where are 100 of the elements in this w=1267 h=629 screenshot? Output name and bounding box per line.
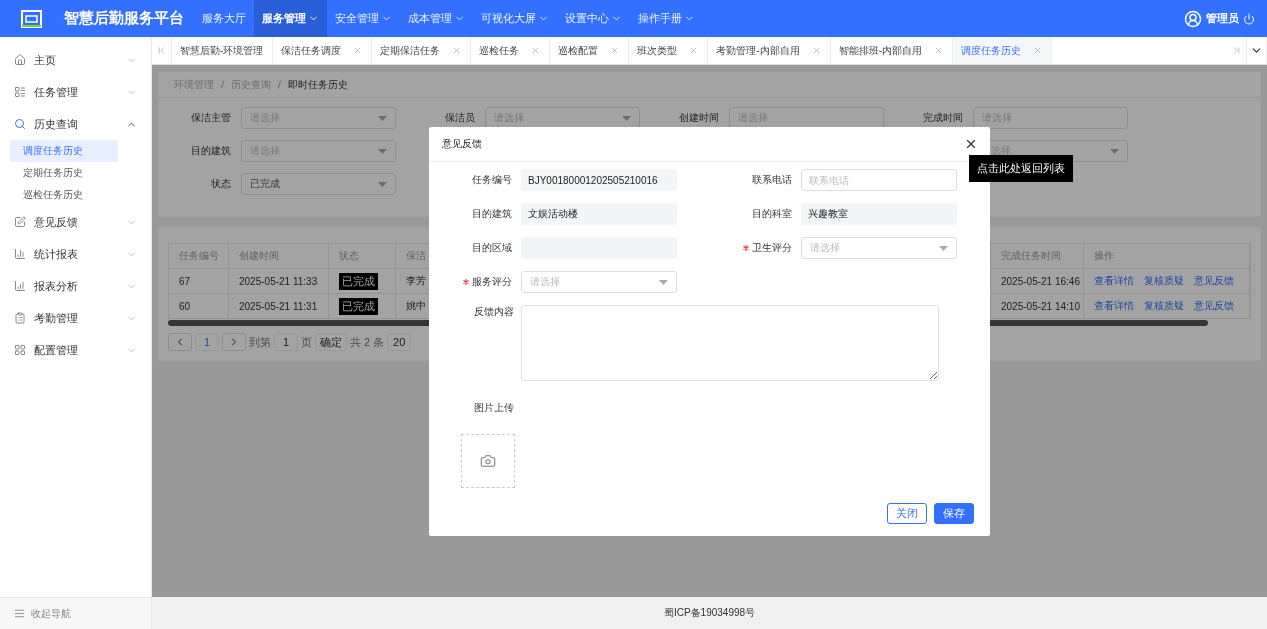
field-label: 目的科室 [751,207,792,221]
menu-icon [14,344,26,356]
sidebar-item[interactable]: 考勤管理 [0,302,151,334]
avatar-icon [1184,9,1202,28]
nav-item[interactable]: 操作手册 [630,0,703,37]
field-label: 卫生评分 [752,242,792,253]
field-label: 目的建筑 [471,207,512,221]
sidebar-item[interactable]: 意见反馈 [0,206,151,238]
sidebar-item[interactable]: 历史查询 [0,108,151,140]
sidebar-item[interactable]: 报表分析 [0,270,151,302]
filter-label: 保洁员 [444,111,475,125]
table-cell: 2025-05-21 11:31 [229,294,329,319]
dropdown-caret-icon [659,279,668,285]
page-unit: 页 [301,334,312,350]
dropdown-caret-icon [378,115,387,121]
field-label: 目的区域 [471,241,512,255]
nav-item[interactable]: 设置中心 [557,0,630,37]
tab[interactable]: 调度任务历史 [953,37,1053,64]
user-name[interactable]: 管理员 [1206,11,1239,26]
column-header: 操作 [1084,244,1250,269]
app-title: 智慧后勤服务平台 [64,9,184,28]
close-icon[interactable] [452,46,462,55]
dialog-title: 意见反馈 [442,137,483,151]
footer-text: 蜀ICP备19034998号 [152,597,1267,629]
filter-label: 目的建筑 [190,144,231,158]
filter-label: 保洁主管 [190,111,231,125]
upload-button[interactable] [461,434,515,488]
status-badge: 已完成 [339,272,378,290]
last-icon [1231,45,1242,56]
dropdown-caret-icon [1110,148,1119,154]
submenu-item[interactable]: 调度任务历史 [10,140,118,162]
menu-icon [14,608,25,619]
sidebar-item[interactable]: 主页 [0,44,151,76]
field-label: 联系电话 [751,173,792,187]
sidebar-item[interactable]: 任务管理 [0,76,151,108]
action-link[interactable]: 查看详情 [1094,299,1134,313]
action-link[interactable]: 意见反馈 [1194,274,1234,288]
menu-icon [14,118,26,130]
nav-item[interactable]: 可视化大屏 [473,0,557,37]
action-link[interactable]: 意见反馈 [1194,299,1234,313]
close-icon[interactable] [531,46,541,55]
status-badge: 已完成 [339,297,378,315]
slash-icon [220,80,225,89]
sidebar-item[interactable]: 统计报表 [0,238,151,270]
table-cell: 2025-05-21 14:10 [991,294,1084,319]
goto-label: 到第 [249,334,271,350]
sidebar-item[interactable]: 配置管理 [0,334,151,366]
readonly-field: 兴趣教室 [801,203,957,225]
action-link[interactable]: 查看详情 [1094,274,1134,288]
close-icon[interactable] [610,46,620,55]
prev-page-button[interactable] [168,333,192,351]
dropdown-caret-icon [378,148,387,154]
nav-item[interactable]: 成本管理 [400,0,473,37]
submenu-item[interactable]: 巡检任务历史 [10,184,118,206]
tooltip: 点击此处返回列表 [969,155,1073,182]
input-field[interactable]: 联系电话 [801,169,957,191]
menu-icon [14,312,26,324]
confirm-button[interactable]: 确定 [315,333,347,351]
close-icon[interactable] [353,46,363,55]
page-size-select[interactable]: 20 [387,333,412,351]
action-link[interactable]: 复核质疑 [1144,299,1184,313]
menu-icon [14,216,26,228]
field-label: 服务评分 [472,276,512,287]
select-field[interactable]: 已完成 [241,173,396,195]
menu-icon [14,54,26,66]
table-cell: 2025-05-21 16:46 [991,269,1084,294]
field-label: 任务编号 [471,173,512,187]
page-button[interactable]: 1 [195,333,219,351]
slash-icon [277,80,282,89]
close-icon[interactable] [689,46,699,55]
dropdown-caret-icon [622,115,631,121]
close-icon [964,137,978,151]
submenu-item[interactable]: 定期任务历史 [10,162,118,184]
close-icon[interactable] [934,46,944,55]
camera-icon [480,453,496,469]
column-header: 状态 [329,244,396,269]
readonly-field: 文娱活动楼 [521,203,677,225]
close-icon[interactable] [811,46,821,55]
feedback-textarea[interactable] [521,305,939,381]
total-count: 共 2 条 [350,334,385,350]
action-link[interactable]: 复核质疑 [1144,274,1184,288]
breadcrumb-item[interactable]: 即时任务历史 [288,77,348,92]
filter-label: 完成时间 [922,111,963,125]
close-icon[interactable] [1033,46,1043,55]
menu-icon [14,86,26,98]
power-icon[interactable] [1243,12,1255,25]
nav-item[interactable]: 服务管理 [254,0,327,37]
menu-icon [14,248,26,260]
save-button[interactable]: 保存 [934,503,974,524]
next-page-button[interactable] [222,333,246,351]
collapse-nav-button[interactable]: 收起导航 [0,597,151,629]
nav-item[interactable]: 安全管理 [327,0,400,37]
field-label: 反馈内容 [474,305,514,319]
readonly-field: BJY00180001202505210016 [521,169,677,191]
page-input[interactable]: 1 [274,333,298,351]
logo-icon [21,9,42,28]
close-dialog-button[interactable]: 关闭 [887,503,927,524]
filter-label: 创建时间 [678,111,719,125]
nav-item[interactable]: 服务大厅 [194,0,254,37]
menu-icon [14,280,26,292]
